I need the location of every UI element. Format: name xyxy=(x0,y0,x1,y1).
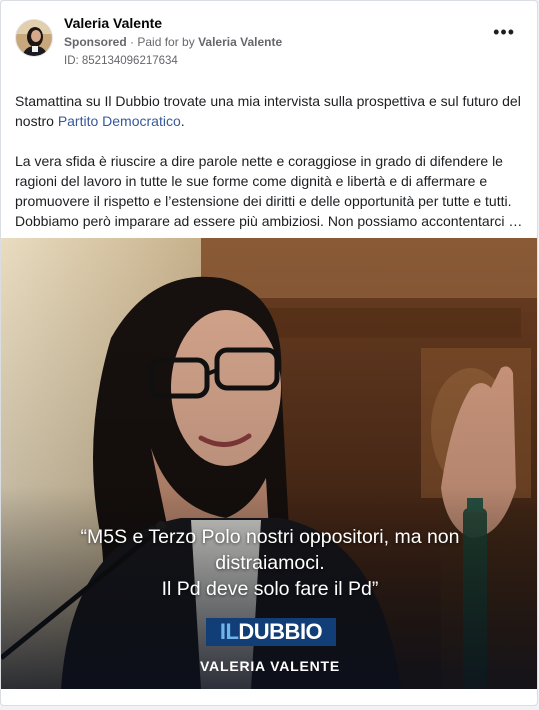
ad-post-card: Valeria Valente Sponsored · Paid for by … xyxy=(0,0,538,706)
quote-line: Il Pd deve solo fare il Pd” xyxy=(161,578,379,600)
post-paragraph-1: Stamattina su Il Dubbio trovate una mia … xyxy=(15,91,523,131)
il-dubbio-logo: IL DUBBIO xyxy=(206,618,336,646)
partito-democratico-link[interactable]: Partito Democratico xyxy=(58,113,181,129)
post-header: Valeria Valente Sponsored · Paid for by … xyxy=(1,1,537,79)
meta-separator: · xyxy=(130,35,135,49)
logo-prefix: IL xyxy=(219,619,239,644)
quote-line: distraiamoci. xyxy=(215,552,325,574)
paragraph-2-line: promuovere il rispetto e l’estensione de… xyxy=(15,193,512,209)
logo-main: DUBBIO xyxy=(238,619,323,644)
paragraph-2-line: La vera sfida è riuscire a dire parole n… xyxy=(15,153,503,169)
avatar-image xyxy=(16,20,52,56)
paragraph-2-line: ragioni del lavoro in tutte le sue forme… xyxy=(15,173,488,189)
quote-line: “M5S e Terzo Polo nostri oppositori, ma … xyxy=(80,526,460,548)
post-image[interactable]: “M5S e Terzo Polo nostri oppositori, ma … xyxy=(1,238,537,689)
post-paragraph-2: La vera sfida è riuscire a dire parole n… xyxy=(15,151,523,231)
more-options-icon[interactable]: ••• xyxy=(493,23,515,41)
post-text: Stamattina su Il Dubbio trovate una mia … xyxy=(1,79,537,231)
sponsored-label[interactable]: Sponsored xyxy=(64,35,127,49)
paragraph-1-end: . xyxy=(180,113,185,129)
page-name[interactable]: Valeria Valente xyxy=(64,15,162,31)
paid-for-name[interactable]: Valeria Valente xyxy=(198,35,282,49)
image-caption-name: VALERIA VALENTE xyxy=(199,658,341,674)
paid-for-label: Paid for by xyxy=(137,35,195,49)
page-avatar[interactable] xyxy=(15,19,53,57)
ad-id: ID: 852134096217634 xyxy=(64,55,178,67)
paragraph-2-line-truncated[interactable]: Dobbiamo però imparare ad essere più amb… xyxy=(15,211,523,231)
sponsored-line: Sponsored · Paid for by Valeria Valente xyxy=(64,35,282,49)
